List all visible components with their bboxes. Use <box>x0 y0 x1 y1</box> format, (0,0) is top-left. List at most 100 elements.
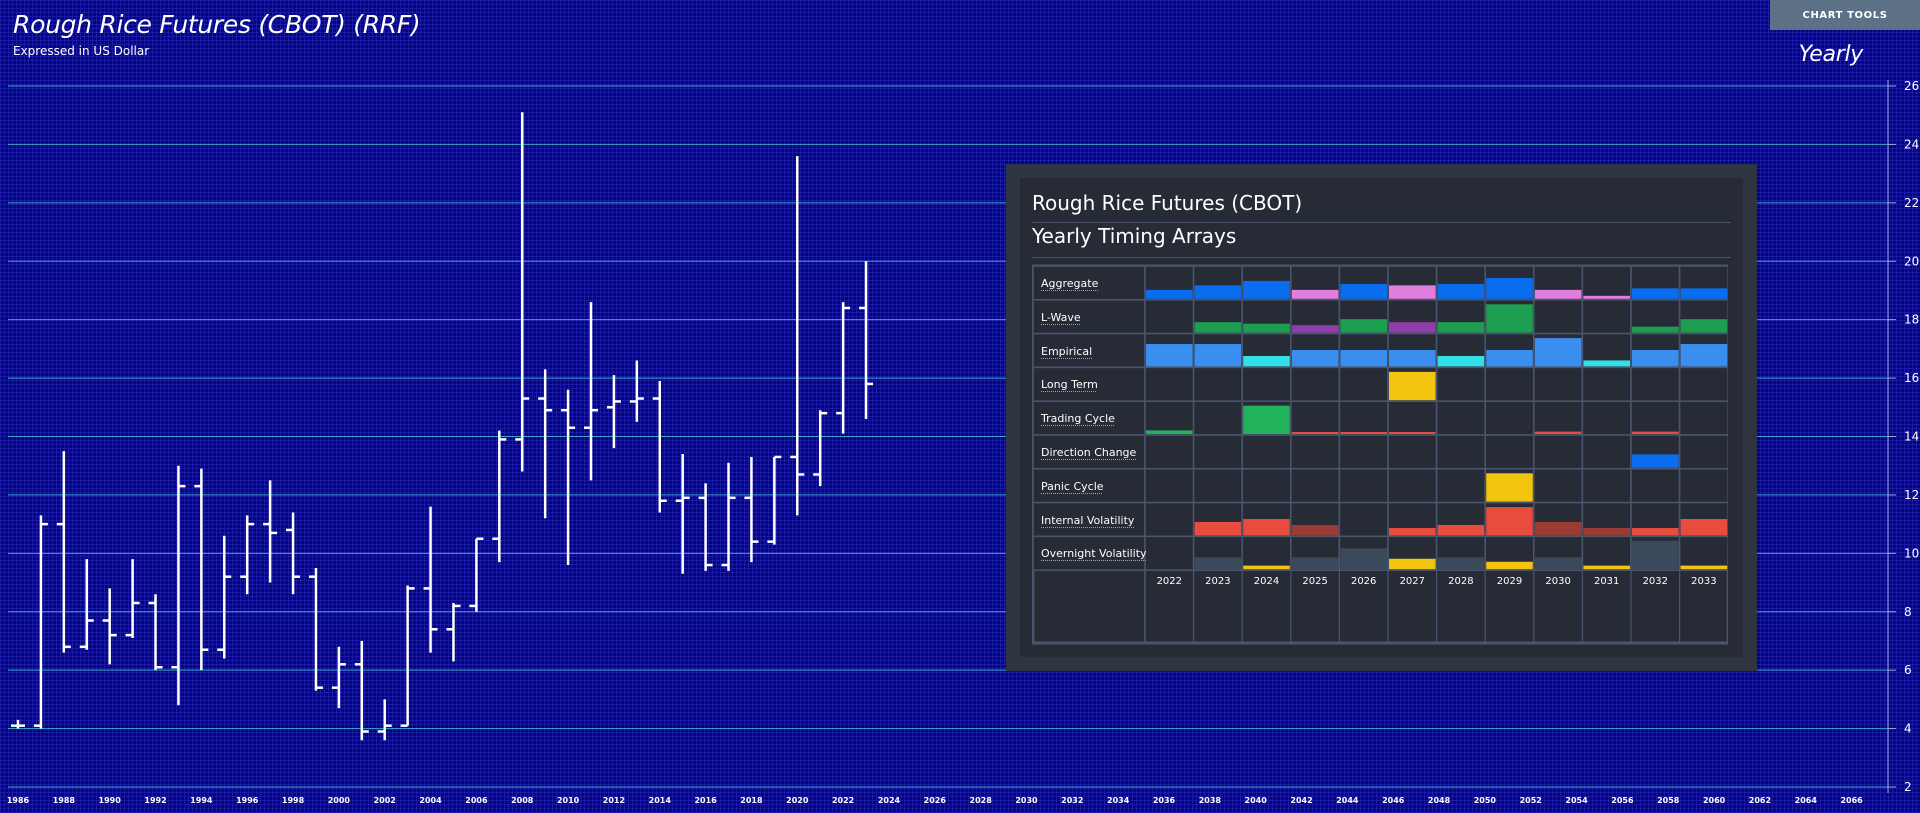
x-tick-label: 2064 <box>1795 796 1818 805</box>
x-tick-label: 1990 <box>99 796 122 805</box>
row-label[interactable]: Internal Volatility <box>1041 514 1134 527</box>
timing-bar <box>1680 319 1728 333</box>
y-tick-label: 24 <box>1904 137 1919 151</box>
timing-bar <box>1243 280 1290 299</box>
year-label: 2022 <box>1156 576 1183 588</box>
ohlc-bar <box>813 410 828 487</box>
chart-tools-button[interactable]: CHART TOOLS <box>1770 0 1920 30</box>
year-label: 2025 <box>1302 576 1328 588</box>
x-tick-label: 2038 <box>1199 796 1222 805</box>
timing-cell <box>1290 468 1341 504</box>
ohlc-bar <box>33 515 48 729</box>
timing-bar <box>1486 304 1533 333</box>
ohlc-bar <box>11 719 25 729</box>
timing-bar <box>1389 432 1436 434</box>
row-label[interactable]: Long Term <box>1041 378 1098 391</box>
timing-cell <box>1192 468 1243 504</box>
row-label[interactable]: Overnight Volatility <box>1041 547 1147 560</box>
y-tick-label: 14 <box>1904 430 1919 444</box>
timing-bar <box>1389 322 1436 333</box>
row-label[interactable]: Trading Cycle <box>1041 412 1115 425</box>
timing-cell <box>1435 400 1486 436</box>
chart-subtitle: Expressed in US Dollar <box>13 44 150 58</box>
timing-bar <box>1340 319 1387 333</box>
ohlc-bar <box>331 646 346 709</box>
timing-cell <box>1581 366 1632 402</box>
timing-cell <box>1241 535 1292 571</box>
timing-cell <box>1630 468 1681 504</box>
ohlc-bar <box>423 506 438 653</box>
timing-cell <box>1241 366 1292 402</box>
timing-bar <box>1291 350 1339 367</box>
timing-cell <box>1241 434 1292 470</box>
timing-bar <box>1389 350 1436 367</box>
timing-bar <box>1194 285 1242 299</box>
timing-bar <box>1486 561 1533 570</box>
timing-bar <box>1340 432 1387 434</box>
row-label[interactable]: Aggregate <box>1041 277 1098 290</box>
x-tick-label: 2044 <box>1336 796 1359 805</box>
timing-bar <box>1534 521 1582 536</box>
x-tick-label: 1992 <box>144 796 166 805</box>
timing-cell <box>1484 434 1535 470</box>
year-label: 2033 <box>1691 576 1717 588</box>
row-label[interactable]: Empirical <box>1041 345 1092 358</box>
timing-bar <box>1291 524 1339 536</box>
x-tick-label: 2014 <box>649 796 672 805</box>
year-label: 2024 <box>1253 576 1280 588</box>
timing-cell <box>1678 434 1728 470</box>
x-tick-label: 2046 <box>1382 796 1405 805</box>
year-label: 2031 <box>1593 576 1620 588</box>
ohlc-bar <box>400 585 415 727</box>
panel-divider <box>1032 257 1731 258</box>
panel-subtitle: Yearly Timing Arrays <box>1032 224 1237 248</box>
ohlc-bar <box>698 483 713 571</box>
timing-cell <box>1144 299 1195 335</box>
timing-bar <box>1486 350 1533 367</box>
timing-bar <box>1340 283 1387 299</box>
timing-cell <box>1338 400 1389 436</box>
ohlc-bar <box>194 468 209 671</box>
timing-bar <box>1680 288 1728 299</box>
timing-cell <box>1630 366 1681 402</box>
x-tick-label: 2062 <box>1749 796 1771 805</box>
timing-cell <box>1387 434 1438 470</box>
x-tick-label: 2040 <box>1245 796 1268 805</box>
timing-bar <box>1632 540 1679 570</box>
timing-cell <box>1144 366 1195 402</box>
timing-bar <box>1243 405 1290 434</box>
ohlc-bar <box>767 455 782 545</box>
ohlc-bar <box>377 699 392 741</box>
timing-cell <box>1630 400 1681 436</box>
timing-bar <box>1583 527 1630 536</box>
row-label[interactable]: Panic Cycle <box>1041 480 1104 493</box>
period-label: Yearly <box>1798 42 1864 67</box>
timing-bar <box>1146 289 1193 299</box>
x-tick-label: 2006 <box>465 796 488 805</box>
y-tick-label: 26 <box>1904 79 1919 93</box>
panel-divider <box>1032 222 1731 223</box>
timing-cell <box>1144 535 1195 571</box>
y-tick-label: 8 <box>1904 605 1912 619</box>
timing-bar <box>1243 323 1290 333</box>
timing-cell <box>1290 366 1341 402</box>
ohlc-bar <box>171 465 186 706</box>
year-label: 2032 <box>1642 576 1669 588</box>
timing-cell <box>1144 501 1195 538</box>
timing-bar <box>1340 548 1387 570</box>
x-tick-label: 2034 <box>1107 796 1130 805</box>
timing-cell <box>1338 434 1389 470</box>
timing-bar <box>1534 431 1582 434</box>
timing-cell <box>1484 400 1535 436</box>
row-label[interactable]: Direction Change <box>1041 446 1136 459</box>
timing-bar <box>1583 295 1630 299</box>
timing-bar <box>1486 507 1533 536</box>
timing-cell <box>1581 265 1632 301</box>
timing-cell <box>1533 434 1584 470</box>
row-label[interactable]: L-Wave <box>1041 311 1081 324</box>
ohlc-bars <box>11 112 874 741</box>
timing-cell <box>1435 434 1486 470</box>
timing-bar <box>1632 431 1679 434</box>
timing-bar <box>1389 558 1436 570</box>
timing-bar <box>1340 350 1387 367</box>
